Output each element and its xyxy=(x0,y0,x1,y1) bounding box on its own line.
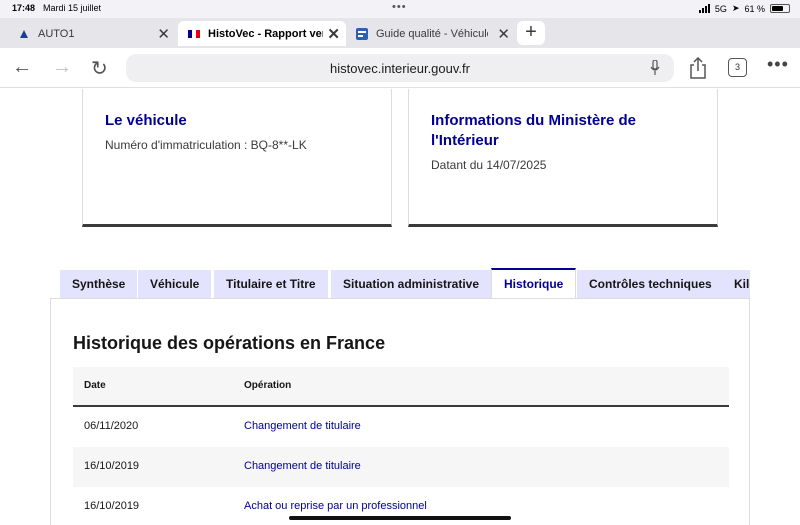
back-arrow-icon[interactable]: ← xyxy=(12,56,32,79)
report-tabs: Synthèse Véhicule Titulaire et Titre Sit… xyxy=(60,268,750,298)
page-content: Le véhicule Numéro d'immatriculation : B… xyxy=(0,89,800,525)
browser-toolbar: ← → ↻ histovec.interieur.gouv.fr 3 ••• xyxy=(0,48,800,88)
status-bar: 17:48 Mardi 15 juillet ••• 5G ➤ 61 % xyxy=(0,0,800,18)
browser-tab-guide[interactable]: Guide qualité - Véhicule ✕ xyxy=(348,21,516,46)
row-operation: Changement de titulaire xyxy=(244,420,361,432)
tab-kilometrage[interactable]: Kilo xyxy=(722,270,750,298)
table-row: 16/10/2019 Changement de titulaire xyxy=(73,447,729,487)
browser-tab-histovec[interactable]: HistoVec - Rapport vend ✕ xyxy=(178,21,346,46)
close-tab-icon[interactable]: ✕ xyxy=(157,25,170,43)
address-bar[interactable]: histovec.interieur.gouv.fr xyxy=(126,54,674,82)
reload-icon[interactable]: ↻ xyxy=(91,56,108,81)
ministry-date: Datant du 14/07/2025 xyxy=(431,158,547,172)
table-row: 06/11/2020 Changement de titulaire xyxy=(73,407,729,447)
registration-number: Numéro d'immatriculation : BQ-8**-LK xyxy=(105,138,307,152)
vehicle-card-title: Le véhicule xyxy=(105,112,187,129)
microphone-icon[interactable] xyxy=(650,60,660,76)
browser-tab-title: Guide qualité - Véhicule xyxy=(376,27,488,40)
table-header: Date Opération xyxy=(73,367,729,407)
guide-favicon-icon xyxy=(356,27,368,40)
browser-tab-title: HistoVec - Rapport vend xyxy=(208,27,323,40)
tab-historique[interactable]: Historique xyxy=(491,268,577,298)
tab-synthese[interactable]: Synthèse xyxy=(60,270,138,298)
close-tab-icon[interactable]: ✕ xyxy=(327,25,340,43)
status-time: 17:48 xyxy=(12,3,36,13)
tab-vehicule[interactable]: Véhicule xyxy=(138,270,212,298)
column-header-date: Date xyxy=(84,380,106,391)
signal-icon xyxy=(698,4,710,13)
row-date: 16/10/2019 xyxy=(84,500,140,512)
status-date: Mardi 15 juillet xyxy=(43,3,102,13)
close-tab-icon[interactable]: ✕ xyxy=(497,25,510,43)
battery-icon xyxy=(770,4,790,13)
ministry-card: Informations du Ministère de l'Intérieur… xyxy=(408,89,718,227)
browser-tab-auto1[interactable]: AUTO1 ✕ xyxy=(8,21,176,46)
more-icon[interactable]: ••• xyxy=(767,55,789,73)
tab-count-button[interactable]: 3 xyxy=(728,58,747,77)
auto1-favicon-icon xyxy=(20,29,28,38)
location-icon: ➤ xyxy=(731,3,740,13)
row-date: 06/11/2020 xyxy=(84,420,139,432)
tab-situation-administrative[interactable]: Situation administrative xyxy=(331,270,492,298)
vehicle-card: Le véhicule Numéro d'immatriculation : B… xyxy=(82,89,392,227)
browser-tab-title: AUTO1 xyxy=(38,27,75,40)
battery-percent: 61 % xyxy=(744,3,765,14)
tab-controles-techniques[interactable]: Contrôles techniques xyxy=(577,270,724,298)
tab-titulaire[interactable]: Titulaire et Titre xyxy=(214,270,328,298)
row-operation: Changement de titulaire xyxy=(244,460,361,472)
french-flag-icon xyxy=(188,29,200,38)
browser-tab-bar: AUTO1 ✕ HistoVec - Rapport vend ✕ Guide … xyxy=(0,18,800,48)
history-title: Historique des opérations en France xyxy=(73,333,386,353)
history-panel: Historique des opérations en France Date… xyxy=(50,298,750,525)
share-icon[interactable] xyxy=(689,57,707,79)
column-header-operation: Opération xyxy=(244,380,292,391)
row-date: 16/10/2019 xyxy=(84,460,140,472)
status-indicators: 5G ➤ 61 % xyxy=(698,3,790,14)
home-indicator[interactable] xyxy=(289,516,511,520)
multitasking-dots-icon[interactable]: ••• xyxy=(392,1,407,13)
network-label: 5G xyxy=(714,3,727,14)
url-text: histovec.interieur.gouv.fr xyxy=(330,61,470,76)
new-tab-button[interactable]: + xyxy=(517,21,545,45)
ministry-card-title: Informations du Ministère de l'Intérieur xyxy=(431,112,637,149)
forward-arrow-icon[interactable]: → xyxy=(52,56,72,79)
